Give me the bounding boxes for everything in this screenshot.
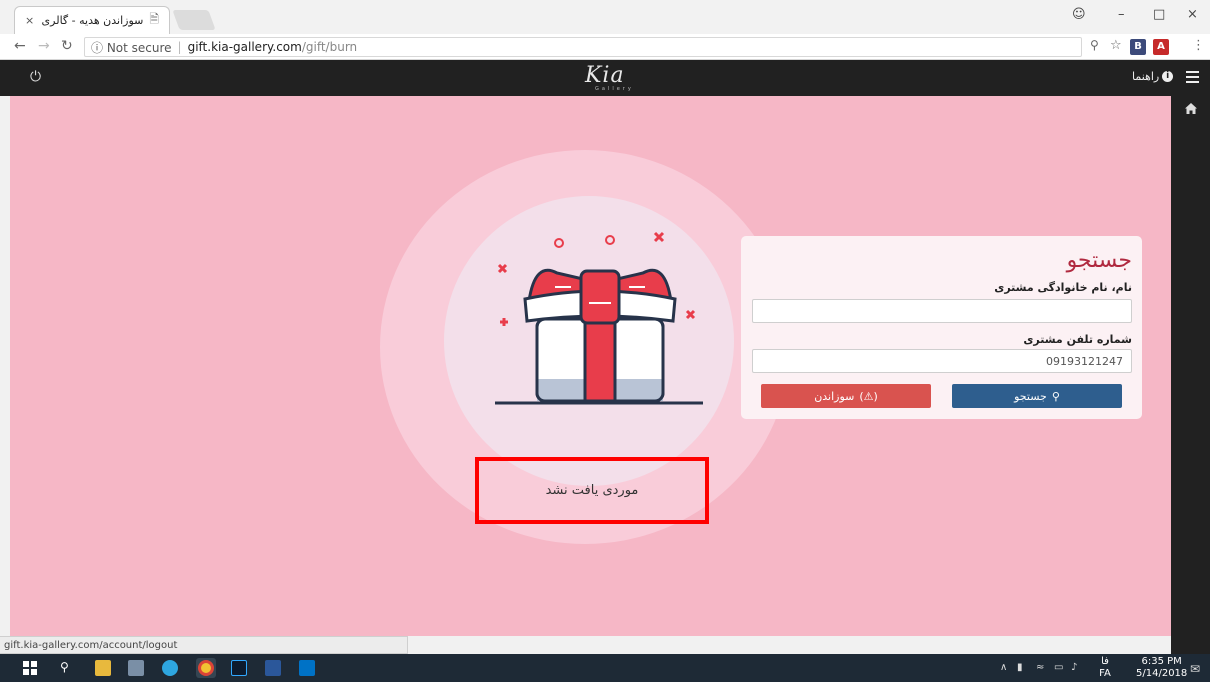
- search-taskbar-icon[interactable]: ⚲: [60, 660, 76, 676]
- search-card-title: جستجو: [1066, 248, 1132, 273]
- language-top: فا: [1101, 656, 1109, 667]
- page-icon: 🗎: [149, 12, 159, 26]
- extension-b-icon[interactable]: B: [1130, 39, 1146, 55]
- new-tab-button[interactable]: [172, 10, 216, 30]
- logout-power-icon[interactable]: ⏻: [30, 69, 41, 85]
- minimize-icon[interactable]: –: [1118, 7, 1125, 22]
- word-icon[interactable]: [265, 660, 281, 676]
- language-bottom: FA: [1099, 668, 1111, 679]
- help-link[interactable]: i راهنما: [1132, 70, 1174, 83]
- clock-time: 6:35 PM: [1141, 656, 1182, 667]
- pinned-app-icon[interactable]: [128, 660, 144, 676]
- profile-icon[interactable]: ☺: [1072, 7, 1086, 22]
- windows-taskbar: ⚲ ∧ ▮ ≈ ▭ ♪ فا FA 6:35 PM 5/14/2018 ✉: [0, 654, 1210, 682]
- tray-network-icon[interactable]: ≈: [1036, 662, 1044, 673]
- tray-display-icon[interactable]: ▭: [1054, 662, 1063, 673]
- home-icon[interactable]: [1185, 103, 1197, 114]
- site-header: ⏻ Kia Gallery i راهنما: [0, 60, 1210, 96]
- gift-box-illustration: [495, 231, 703, 405]
- burn-icon: (⚠): [859, 389, 878, 403]
- pdf-extension-icon[interactable]: A: [1153, 39, 1169, 55]
- search-card: جستجو نام، نام خانوادگی مشتری شماره تلفن…: [741, 236, 1142, 419]
- forward-icon[interactable]: →: [38, 38, 50, 54]
- address-toolbar: ← → ↻ ⓘ Not secure | gift.kia-gallery.co…: [0, 34, 1210, 60]
- browser-tab[interactable]: 🗎 سوزاندن هدیه - گالری کیا ×: [14, 6, 170, 34]
- burn-button[interactable]: (⚠) سوزاندن: [761, 384, 931, 408]
- file-explorer-icon[interactable]: [95, 660, 111, 676]
- customer-name-input[interactable]: [752, 299, 1132, 323]
- back-icon[interactable]: ←: [14, 38, 26, 54]
- bookmark-star-icon[interactable]: ☆: [1110, 38, 1122, 53]
- notifications-icon[interactable]: ✉: [1190, 662, 1200, 676]
- url-host: gift.kia-gallery.com: [187, 40, 302, 54]
- clock-date: 5/14/2018: [1136, 668, 1188, 679]
- customer-phone-input[interactable]: [752, 349, 1132, 373]
- not-found-message: موردی یافت نشد: [545, 483, 639, 498]
- tab-close-icon[interactable]: ×: [25, 14, 34, 27]
- security-indicator[interactable]: ⓘ Not secure: [91, 39, 172, 56]
- site-logo[interactable]: Kia: [585, 63, 625, 88]
- url-path: /gift/burn: [301, 40, 358, 54]
- taskbar-clock[interactable]: 6:35 PM 5/14/2018: [1136, 656, 1187, 680]
- customer-phone-label: شماره تلفن مشتری: [1023, 333, 1132, 346]
- url-separator: |: [177, 40, 182, 54]
- url-bar[interactable]: ⓘ Not secure | gift.kia-gallery.com /gif…: [84, 37, 1082, 57]
- not-found-highlight: موردی یافت نشد: [475, 457, 709, 524]
- photoshop-icon[interactable]: [231, 660, 247, 676]
- zoom-icon[interactable]: ⚲: [1090, 38, 1099, 52]
- main-content: موردی یافت نشد جستجو نام، نام خانوادگی م…: [10, 96, 1171, 636]
- hamburger-menu-icon[interactable]: [1186, 71, 1199, 83]
- browser-menu-icon[interactable]: ⋮: [1192, 38, 1205, 53]
- site-logo-subtitle: Gallery: [595, 86, 634, 92]
- customer-name-label: نام، نام خانوادگی مشتری: [994, 281, 1132, 294]
- close-window-icon[interactable]: ×: [1187, 7, 1198, 22]
- help-label: راهنما: [1132, 70, 1160, 83]
- input-language-indicator[interactable]: فا FA: [1095, 656, 1115, 680]
- tab-title: سوزاندن هدیه - گالری کیا: [40, 14, 144, 27]
- right-sidebar: [1171, 96, 1210, 654]
- search-icon: ⚲: [1051, 389, 1060, 403]
- browser-tabstrip: 🗎 سوزاندن هدیه - گالری کیا × ☺ – □ ×: [0, 0, 1210, 34]
- windows-start-icon[interactable]: [22, 660, 38, 676]
- chrome-icon[interactable]: [198, 660, 214, 676]
- tray-battery-icon[interactable]: ▮: [1017, 662, 1023, 673]
- search-button-label: جستجو: [1014, 389, 1047, 403]
- tray-chevron-icon[interactable]: ∧: [1000, 662, 1007, 673]
- maximize-icon[interactable]: □: [1153, 7, 1165, 22]
- outlook-icon[interactable]: [299, 660, 315, 676]
- telegram-icon[interactable]: [162, 660, 178, 676]
- tray-volume-icon[interactable]: ♪: [1071, 662, 1077, 673]
- search-button[interactable]: ⚲ جستجو: [952, 384, 1122, 408]
- burn-button-label: سوزاندن: [814, 389, 855, 403]
- reload-icon[interactable]: ↻: [61, 38, 73, 54]
- info-icon: i: [1162, 71, 1174, 82]
- link-status-bubble: gift.kia-gallery.com/account/logout: [0, 636, 408, 654]
